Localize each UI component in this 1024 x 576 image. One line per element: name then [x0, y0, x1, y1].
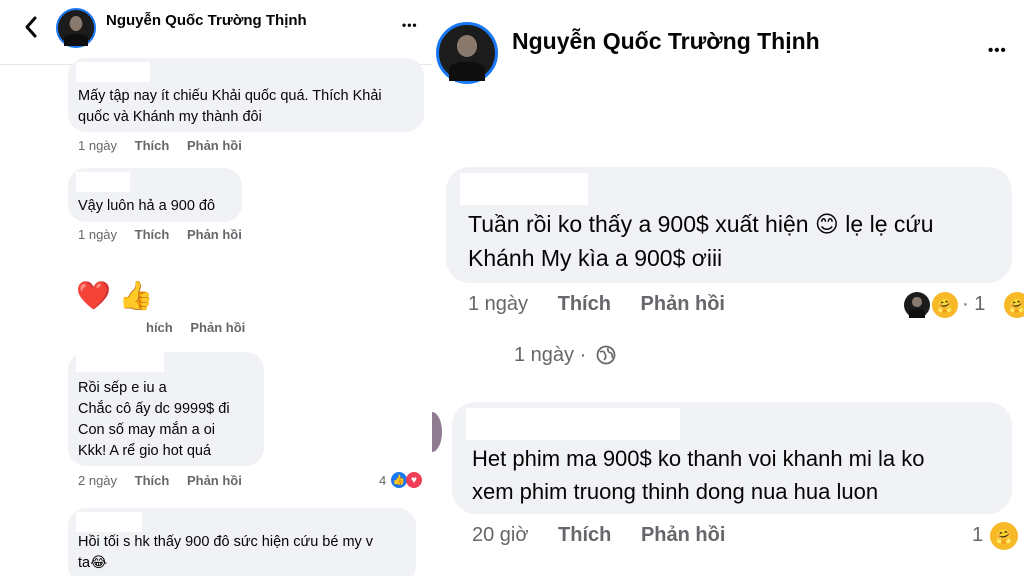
comment-meta: 20 giờ Thích Phản hồi: [472, 524, 725, 547]
comment-text-line: Het phim ma 900$ ko thanh voi khanh mi l…: [472, 446, 925, 471]
more-options-button[interactable]: •••: [988, 42, 1007, 59]
love-reaction-icon: ♥: [406, 472, 422, 488]
reply-button[interactable]: Phản hồi: [187, 473, 242, 488]
like-button[interactable]: Thích: [135, 138, 170, 153]
redacted-commenter-name: [76, 512, 142, 532]
profile-avatar[interactable]: [56, 8, 96, 48]
profile-avatar[interactable]: [436, 22, 498, 84]
back-button[interactable]: [20, 12, 42, 42]
comment-text-line: Mấy tập nay ít chiếu Khải quốc quá. Thíc…: [78, 88, 382, 104]
like-button[interactable]: Thích: [135, 227, 170, 242]
chevron-left-icon: [25, 16, 37, 38]
comment-text-line: ta😂: [78, 555, 108, 571]
comment-bubble[interactable]: Rồi sếp e iu a Chắc cô ấy dc 9999$ đi Co…: [68, 352, 264, 466]
comment-time: 2 ngày: [78, 473, 118, 488]
reply-button[interactable]: Phản hồi: [641, 293, 725, 315]
reaction-count[interactable]: 1: [972, 524, 983, 547]
reply-button[interactable]: Phản hồi: [187, 138, 242, 153]
globe-icon: [596, 345, 616, 365]
reaction-count[interactable]: 4: [379, 473, 386, 488]
comment-time: 20 giờ: [472, 524, 529, 546]
comment-meta: 1 ngày Thích Phản hồi: [78, 138, 242, 153]
comment-time: 1 ngày: [78, 227, 118, 242]
like-reaction-icon: 👍: [391, 472, 407, 488]
comment-bubble[interactable]: Tuần rồi ko thấy a 900$ xuất hiện 😊 lẹ l…: [446, 167, 1012, 283]
redacted-commenter-name: [466, 408, 680, 440]
comment-text-line: Chắc cô ấy dc 9999$ đi: [78, 401, 230, 417]
comment-text-line: Vậy luôn hả a 900 đô: [78, 198, 216, 214]
comment-bubble[interactable]: Vậy luôn hả a 900 đô: [68, 168, 242, 222]
care-reaction-icon: 🤗: [932, 292, 958, 318]
comment-time: 1 ngày ·: [514, 344, 587, 366]
comment-text-line: Khánh My kìa a 900$ ơiii: [468, 245, 723, 271]
reply-button[interactable]: Phản hồi: [190, 320, 245, 335]
comment-meta: hích Phản hồi: [146, 320, 245, 335]
comment-meta: 1 ngày Thích Phản hồi: [468, 293, 725, 316]
redacted-commenter-name: [76, 62, 150, 82]
comment-text-line: xem phim truong thinh dong nua hua luon: [472, 479, 879, 504]
emoji-comment: ❤️ 👍: [76, 280, 154, 311]
comment-time: 1 ngày: [468, 293, 529, 315]
redacted-commenter-name: [76, 172, 130, 192]
reply-button[interactable]: Phản hồi: [641, 524, 725, 546]
profile-name[interactable]: Nguyễn Quốc Trường Thịnh: [106, 12, 307, 29]
more-options-button[interactable]: •••: [402, 18, 418, 32]
comment-meta: 1 ngày Thích Phản hồi: [78, 227, 242, 242]
comment-text-line: Rồi sếp e iu a: [78, 380, 167, 396]
redacted-commenter-name: [460, 173, 588, 205]
like-button[interactable]: Thích: [558, 293, 611, 315]
profile-name[interactable]: Nguyễn Quốc Trường Thịnh: [512, 28, 820, 55]
comment-bubble[interactable]: Mấy tập nay ít chiếu Khải quốc quá. Thíc…: [68, 58, 424, 132]
like-button[interactable]: hích: [146, 320, 173, 335]
comment-text-line: Con số may mắn a oi: [78, 422, 216, 438]
care-reaction-icon: 🤗: [990, 522, 1018, 550]
right-screenshot-panel: Nguyễn Quốc Trường Thịnh ••• Tuần rồi ko…: [432, 0, 1024, 576]
redacted-commenter-name: [76, 352, 164, 372]
comment-bubble[interactable]: Hồi tối s hk thấy 900 đô sức hiện cứu bé…: [68, 508, 416, 576]
reaction-count[interactable]: · 1: [962, 293, 985, 316]
redacted-overlay: [76, 314, 146, 336]
partial-avatar: [432, 412, 442, 452]
left-screenshot-panel: Nguyễn Quốc Trường Thịnh ••• Mấy tập nay…: [0, 0, 432, 576]
reply-button[interactable]: Phản hồi: [187, 227, 242, 242]
comment-text-line: Hồi tối s hk thấy 900 đô sức hiện cứu bé…: [78, 534, 374, 550]
comment-text-line: quốc và Khánh my thành đôi: [78, 109, 262, 125]
comment-time: 1 ngày: [78, 138, 118, 153]
comment-meta: 2 ngày Thích Phản hồi: [78, 473, 242, 488]
comment-bubble[interactable]: Het phim ma 900$ ko thanh voi khanh mi l…: [452, 402, 1012, 514]
comment-text-line: Kkk! A rể gio hot quá: [78, 443, 212, 459]
comment-text-line: Tuần rồi ko thấy a 900$ xuất hiện 😊 lẹ l…: [468, 211, 934, 237]
comment-subline: 1 ngày ·: [514, 344, 586, 367]
care-reaction-icon: 🤗: [1004, 292, 1024, 318]
like-button[interactable]: Thích: [558, 524, 611, 546]
like-button[interactable]: Thích: [135, 473, 170, 488]
author-reaction-avatar: [904, 292, 930, 318]
